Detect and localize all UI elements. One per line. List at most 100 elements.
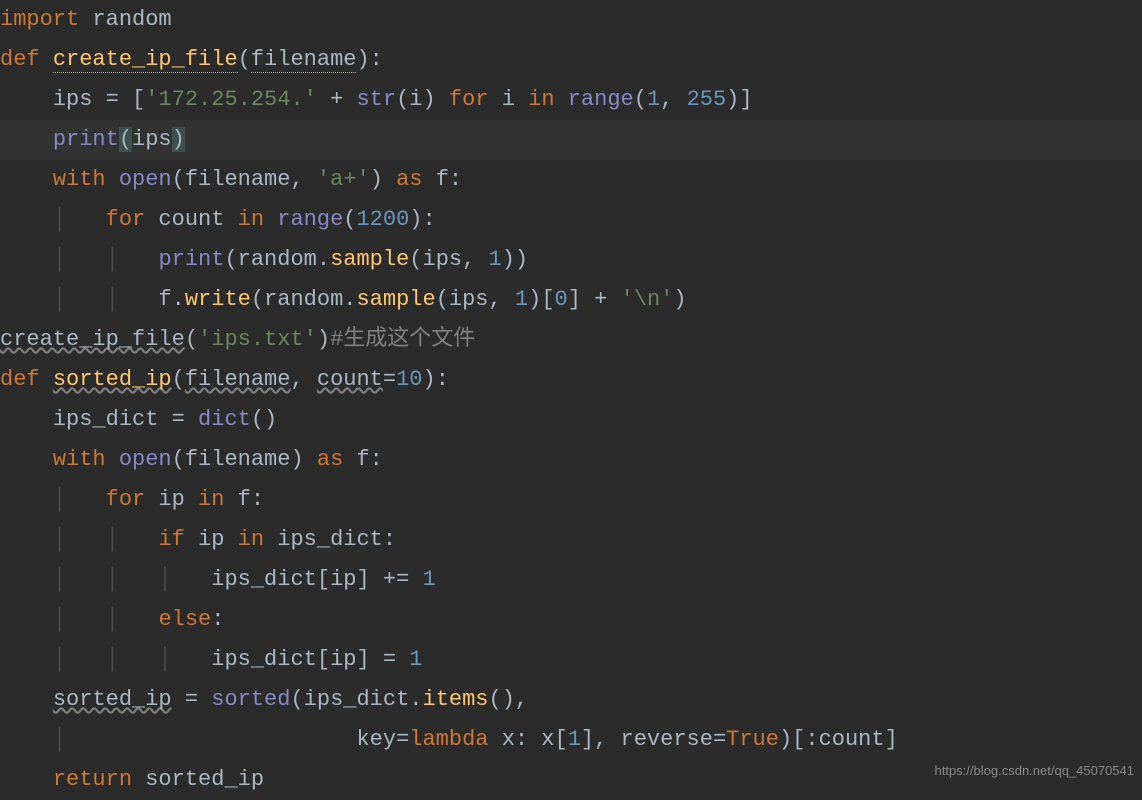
kw-import: import: [0, 7, 79, 32]
txt: (random.: [251, 287, 357, 312]
txt: (ips_dict.: [290, 687, 422, 712]
param-filename: filename: [185, 367, 291, 392]
param-count: count: [317, 367, 383, 392]
close: ): [317, 327, 330, 352]
watermark: https://blog.csdn.net/qq_45070541: [935, 751, 1135, 791]
paren: (: [634, 87, 647, 112]
num-1200: 1200: [356, 207, 409, 232]
builtin-sorted: sorted: [211, 687, 290, 712]
txt: (),: [489, 687, 529, 712]
id-ips: ips: [132, 127, 172, 152]
num-0: 0: [555, 287, 568, 312]
stmt: ips_dict[ip] +=: [211, 567, 422, 592]
str-ip-prefix: '172.25.254.': [145, 87, 317, 112]
comma: ,: [290, 367, 316, 392]
kw-def: def: [0, 47, 40, 72]
kw-with: with: [53, 167, 106, 192]
txt: (random.: [224, 247, 330, 272]
kwarg-reverse: reverse: [621, 727, 713, 752]
id-ips-dict: ips_dict =: [53, 407, 198, 432]
fn-write: write: [185, 287, 251, 312]
id-ip: ip: [185, 527, 238, 552]
bracket: [: [132, 87, 145, 112]
txt: (filename): [172, 447, 317, 472]
num-10: 10: [396, 367, 422, 392]
num-1: 1: [568, 727, 581, 752]
id-f: f.: [158, 287, 184, 312]
kw-else: else: [158, 607, 211, 632]
kw-def: def: [0, 367, 40, 392]
txt: ): [370, 167, 396, 192]
txt: )[:count]: [779, 727, 898, 752]
parens: (): [251, 407, 277, 432]
current-line: print(ips): [0, 120, 1142, 160]
op-eq: =: [106, 87, 132, 112]
id-count: count: [145, 207, 237, 232]
eq: =: [396, 727, 409, 752]
eq: =: [383, 367, 396, 392]
id-sorted-ip: sorted_ip: [53, 687, 172, 712]
kw-return: return: [53, 767, 132, 792]
kw-for: for: [106, 487, 146, 512]
const-true: True: [726, 727, 779, 752]
close: )): [502, 247, 528, 272]
num-1: 1: [489, 247, 502, 272]
kwarg-key: key: [356, 727, 396, 752]
fn-items: items: [423, 687, 489, 712]
fn-create-ip-file: create_ip_file: [53, 47, 238, 73]
id-f: f:: [423, 167, 463, 192]
kw-if: if: [158, 527, 184, 552]
builtin-print: print: [53, 127, 119, 152]
builtin-print: print: [158, 247, 224, 272]
kw-lambda: lambda: [409, 727, 488, 752]
hl-paren-close: ): [172, 127, 185, 152]
builtin-open: open: [119, 447, 172, 472]
fn-sorted-ip: sorted_ip: [53, 367, 172, 392]
op-plus: +: [317, 87, 357, 112]
fn-sample: sample: [330, 247, 409, 272]
fn-call-create-ip-file: create_ip_file: [0, 327, 185, 352]
id-ips: ips: [53, 87, 106, 112]
str-ips-txt: 'ips.txt': [198, 327, 317, 352]
param-filename: filename: [251, 47, 357, 73]
close: ): [673, 287, 686, 312]
txt: ],: [581, 727, 621, 752]
kw-with: with: [53, 447, 106, 472]
txt: (filename,: [172, 167, 317, 192]
id-f: f:: [343, 447, 383, 472]
paren: (: [185, 327, 198, 352]
kw-in: in: [198, 487, 224, 512]
kw-in: in: [528, 87, 554, 112]
kw-for: for: [449, 87, 489, 112]
builtin-range: range: [277, 207, 343, 232]
str-newline: '\n': [621, 287, 674, 312]
close: ):: [409, 207, 435, 232]
txt: )[: [528, 287, 554, 312]
num-1: 1: [515, 287, 528, 312]
txt: ] +: [568, 287, 621, 312]
kw-as: as: [396, 167, 422, 192]
hl-paren-open: (: [119, 127, 132, 152]
kw-for: for: [106, 207, 146, 232]
builtin-open: open: [119, 167, 172, 192]
builtin-dict: dict: [198, 407, 251, 432]
txt: (ips,: [436, 287, 515, 312]
builtin-str: str: [356, 87, 396, 112]
stmt: ips_dict[ip] =: [211, 647, 409, 672]
mod-random: random: [79, 7, 171, 32]
num-1: 1: [647, 87, 660, 112]
id-ips-dict: ips_dict:: [264, 527, 396, 552]
id-sorted-ip: sorted_ip: [132, 767, 264, 792]
str-mode: 'a+': [317, 167, 370, 192]
kw-as: as: [317, 447, 343, 472]
colon: :: [211, 607, 224, 632]
comment: #生成这个文件: [330, 327, 475, 352]
eq: =: [172, 687, 212, 712]
id-ip: ip: [145, 487, 198, 512]
eq: =: [713, 727, 726, 752]
num-1: 1: [409, 647, 422, 672]
code-block: import random def create_ip_file(filenam…: [0, 0, 1142, 800]
kw-in: in: [238, 207, 264, 232]
kw-in: in: [238, 527, 264, 552]
fn-sample: sample: [356, 287, 435, 312]
